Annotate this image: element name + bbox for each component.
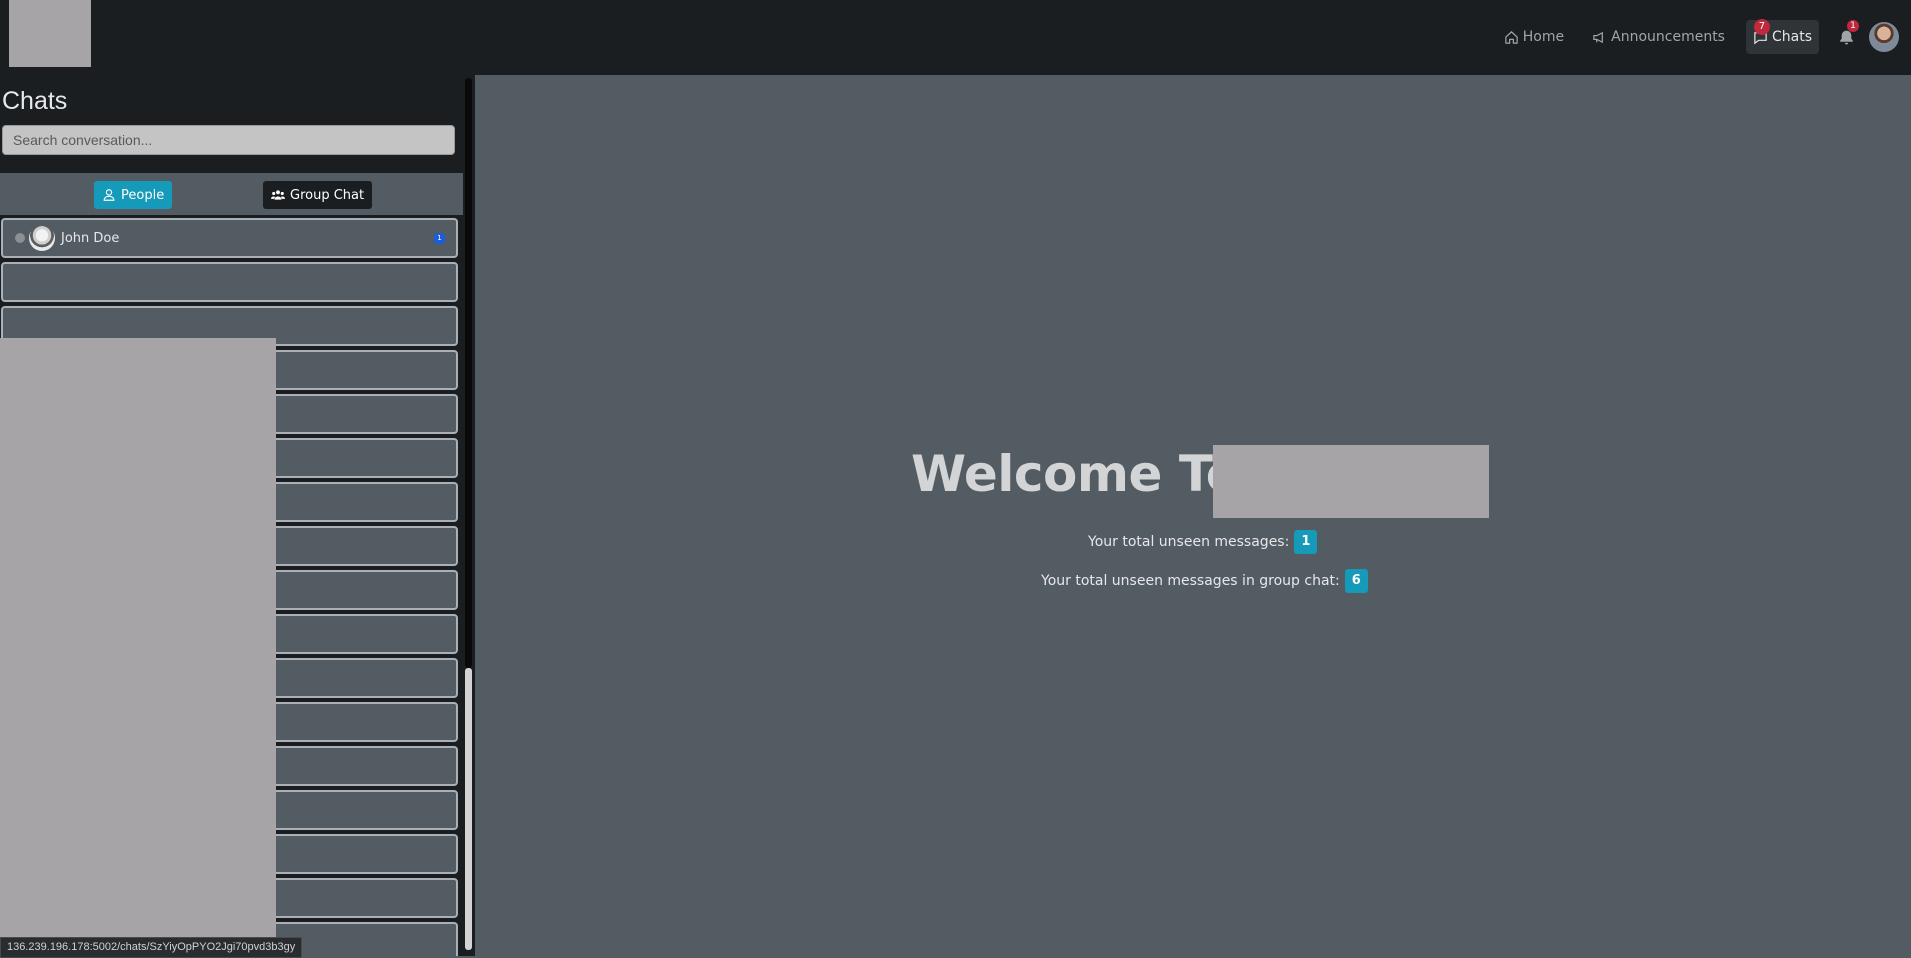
unread-count-badge: 1	[434, 233, 445, 244]
nav-chats-label: Chats	[1771, 29, 1812, 45]
chats-count-badge: 7	[1753, 19, 1770, 35]
conversation-item[interactable]: John Doe 1	[1, 218, 458, 258]
welcome-heading: Welcome To	[911, 445, 1240, 503]
sidebar-scrollbar-lower	[465, 668, 472, 950]
top-navbar: Home Announcements Chats 7 1	[0, 0, 1911, 75]
welcome-panel: Welcome To Your total unseen messages: 1…	[475, 75, 1911, 956]
tab-people-label: People	[121, 187, 165, 203]
group-unseen-messages-badge: 6	[1344, 569, 1368, 593]
chat-type-tabs: People Group Chat	[0, 173, 463, 215]
tab-group-chat[interactable]: Group Chat	[263, 181, 373, 209]
home-icon	[1505, 30, 1518, 44]
nav-home-label: Home	[1522, 29, 1565, 45]
unseen-messages-badge: 1	[1294, 530, 1318, 554]
person-icon	[103, 189, 115, 201]
notifications-count-badge: 1	[1847, 20, 1859, 32]
nav-home-link[interactable]: Home	[1497, 20, 1571, 54]
tab-people[interactable]: People	[94, 181, 173, 209]
nav-announcements-link[interactable]: Announcements	[1585, 20, 1732, 54]
unseen-messages-label: Your total unseen messages:	[1088, 534, 1290, 550]
redacted-contacts-block	[0, 338, 276, 956]
nav-links: Home Announcements Chats 7 1	[1483, 19, 1899, 54]
nav-chats-link[interactable]: Chats 7	[1745, 19, 1819, 54]
user-avatar[interactable]	[1869, 22, 1899, 52]
search-conversation-input[interactable]	[2, 125, 455, 155]
contact-name: John Doe	[61, 230, 120, 246]
sidebar-scrollbar-thumb[interactable]	[465, 78, 472, 668]
brand-logo-redacted[interactable]	[9, 0, 91, 67]
contact-avatar	[29, 225, 55, 251]
sidebar-title: Chats	[2, 87, 68, 115]
chat-sidebar: Chats People Group Chat John Doe 1	[0, 75, 463, 956]
nav-announcements-label: Announcements	[1611, 29, 1725, 45]
browser-status-url: 136.239.196.178:5002/chats/SzYiyOpPYO2Jg…	[0, 937, 303, 958]
group-unseen-messages-label: Your total unseen messages in group chat…	[1041, 573, 1340, 589]
offline-status-dot	[15, 233, 25, 243]
notifications-button[interactable]: 1	[1833, 20, 1859, 54]
people-group-icon	[271, 190, 285, 200]
group-unseen-messages-line: Your total unseen messages in group chat…	[1041, 569, 1368, 593]
unseen-messages-line: Your total unseen messages: 1	[1088, 530, 1318, 554]
redacted-brand-name	[1213, 445, 1489, 518]
tab-group-chat-label: Group Chat	[290, 187, 365, 203]
megaphone-icon	[1593, 31, 1604, 43]
conversation-item[interactable]	[1, 262, 458, 302]
